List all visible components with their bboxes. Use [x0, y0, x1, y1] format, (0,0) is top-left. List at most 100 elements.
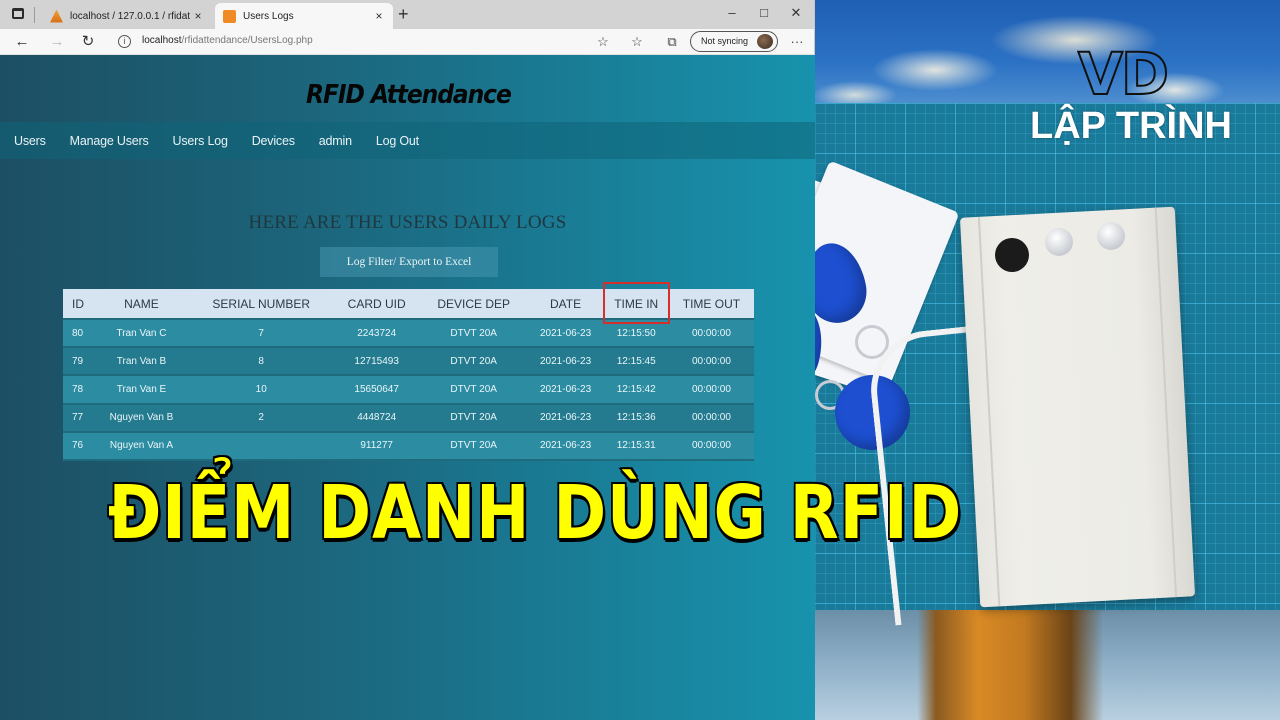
col-time-in[interactable]: TIME IN — [602, 282, 671, 324]
sync-status: Not syncing — [701, 36, 749, 46]
url-host: localhost — [142, 35, 182, 46]
nav-users[interactable]: Users — [14, 134, 46, 148]
cell-serial-number — [188, 431, 334, 460]
log-filter-export-button[interactable]: Log Filter/ Export to Excel — [320, 247, 498, 277]
buzzer — [995, 238, 1029, 272]
tab-title: localhost / 127.0.0.1 / rfidattend — [70, 10, 190, 22]
tab-actions-icon[interactable] — [12, 8, 24, 19]
cell-time-in: 12:15:36 — [603, 403, 669, 432]
nav-devices[interactable]: Devices — [252, 134, 295, 148]
cell-device-dep: DTVT 20A — [419, 347, 528, 376]
tab-strip: localhost / 127.0.0.1 / rfidattend × Use… — [0, 0, 814, 29]
main-nav: Users Manage Users Users Log Devices adm… — [0, 122, 815, 159]
cell-time-out: 00:00:00 — [668, 431, 754, 460]
reload-button[interactable]: ↻ — [77, 31, 99, 53]
col-name[interactable]: NAME — [94, 289, 189, 319]
cell-name: Tran Van C — [94, 319, 189, 348]
cell-date: 2021-06-23 — [527, 375, 604, 404]
col-device-dep[interactable]: DEVICE DEP — [419, 289, 528, 319]
cell-card-uid: 12715493 — [333, 347, 420, 376]
cell-id: 78 — [63, 375, 95, 404]
cell-time-in: 12:15:42 — [603, 375, 669, 404]
cell-device-dep: DTVT 20A — [419, 319, 528, 348]
add-favorite-icon[interactable]: ☆ — [593, 32, 613, 52]
cell-serial-number: 2 — [188, 403, 334, 432]
cell-device-dep: DTVT 20A — [419, 403, 528, 432]
col-card-uid[interactable]: CARD UID — [333, 289, 420, 319]
cell-time-out: 00:00:00 — [668, 347, 754, 376]
cell-date: 2021-06-23 — [527, 347, 604, 376]
cell-id: 79 — [63, 347, 95, 376]
new-tab-button[interactable]: + — [398, 4, 409, 25]
cell-card-uid: 911277 — [333, 431, 420, 460]
table-row[interactable]: 79 Tran Van B 8 12715493 DTVT 20A 2021-06-23 1… — [63, 347, 754, 376]
cell-id: 80 — [63, 319, 95, 348]
cell-date: 2021-06-23 — [527, 431, 604, 460]
col-time-out[interactable]: TIME OUT — [668, 289, 754, 319]
close-tab-icon[interactable]: × — [371, 9, 387, 23]
cell-time-in: 12:15:45 — [603, 347, 669, 376]
more-menu-icon[interactable]: ··· — [787, 32, 807, 52]
nav-log-out[interactable]: Log Out — [376, 134, 419, 148]
cell-time-out: 00:00:00 — [668, 319, 754, 348]
cell-serial-number: 10 — [188, 375, 334, 404]
led — [1097, 222, 1125, 250]
profile-avatar — [757, 34, 773, 49]
water-reflection-photo — [815, 610, 1280, 720]
cell-card-uid: 2243724 — [333, 319, 420, 348]
col-serial-number[interactable]: SERIAL NUMBER — [188, 289, 334, 319]
cell-id: 76 — [63, 431, 95, 460]
nav-admin[interactable]: admin — [319, 134, 352, 148]
col-id[interactable]: ID — [63, 289, 95, 319]
collections-icon[interactable]: ⧉ — [662, 32, 682, 52]
cell-serial-number: 8 — [188, 347, 334, 376]
cell-time-out: 00:00:00 — [668, 375, 754, 404]
address-bar[interactable]: localhost/rfidattendance/UsersLog.php — [142, 35, 313, 46]
cell-device-dep: DTVT 20A — [419, 431, 528, 460]
cell-card-uid: 4448724 — [333, 403, 420, 432]
close-window-button[interactable]: ✕ — [780, 0, 812, 29]
table-row[interactable]: 78 Tran Van E 10 15650647 DTVT 20A 2021-06-23… — [63, 375, 754, 404]
site-info-icon[interactable]: i — [118, 35, 131, 48]
phpmyadmin-icon — [50, 9, 63, 23]
rfid-reader-device — [959, 206, 1196, 608]
tab-phpmyadmin[interactable]: localhost / 127.0.0.1 / rfidattend × — [42, 3, 212, 29]
cell-name: Tran Van B — [94, 347, 189, 376]
cell-id: 77 — [63, 403, 95, 432]
maximize-button[interactable]: □ — [748, 0, 780, 29]
browser-toolbar: ← → ↻ i localhost/rfidattendance/UsersLo… — [0, 29, 814, 55]
close-tab-icon[interactable]: × — [190, 9, 206, 23]
cell-name: Tran Van E — [94, 375, 189, 404]
url-path: /rfidattendance/UsersLog.php — [181, 35, 313, 46]
table-body: 80 Tran Van C 7 2243724 DTVT 20A 2021-06-23 12… — [63, 319, 754, 460]
page-title: RFID Attendance — [306, 80, 512, 110]
forward-button[interactable]: → — [46, 31, 68, 53]
tab-users-logs[interactable]: Users Logs × — [215, 3, 393, 29]
minimize-button[interactable]: – — [716, 0, 748, 29]
channel-logo-text: LẬP TRÌNH — [1030, 105, 1232, 147]
browser-window: localhost / 127.0.0.1 / rfidattend × Use… — [0, 0, 815, 720]
favorites-icon[interactable]: ☆ — [627, 32, 647, 52]
nav-manage-users[interactable]: Manage Users — [70, 134, 149, 148]
tab-title: Users Logs — [243, 10, 294, 22]
cell-device-dep: DTVT 20A — [419, 375, 528, 404]
cell-name: Nguyen Van A — [94, 431, 189, 460]
users-log-table: ID NAME SERIAL NUMBER CARD UID DEVICE DE… — [63, 282, 754, 461]
table-row[interactable]: 76 Nguyen Van A 911277 DTVT 20A 2021-06-23 12… — [63, 431, 754, 460]
cell-serial-number: 7 — [188, 319, 334, 348]
nav-users-log[interactable]: Users Log — [173, 134, 228, 148]
table-row[interactable]: 77 Nguyen Van B 2 4448724 DTVT 20A 2021-06-23… — [63, 403, 754, 432]
cell-time-out: 00:00:00 — [668, 403, 754, 432]
logs-heading: HERE ARE THE USERS DAILY LOGS — [0, 212, 815, 234]
cell-date: 2021-06-23 — [527, 319, 604, 348]
cell-date: 2021-06-23 — [527, 403, 604, 432]
back-button[interactable]: ← — [11, 31, 33, 53]
video-caption: ĐIỂM DANH DÙNG RFID — [107, 469, 963, 558]
profile-sync-button[interactable]: Not syncing — [690, 31, 778, 52]
logs-heading-text: HERE ARE THE USERS DAILY LOGS — [248, 212, 567, 233]
web-page: RFID Attendance Users Manage Users Users… — [0, 55, 815, 720]
channel-logo-mark: VD — [1077, 40, 1170, 108]
cell-time-in: 12:15:31 — [603, 431, 669, 460]
table-header-row: ID NAME SERIAL NUMBER CARD UID DEVICE DE… — [63, 282, 754, 324]
col-date[interactable]: DATE — [527, 289, 604, 319]
